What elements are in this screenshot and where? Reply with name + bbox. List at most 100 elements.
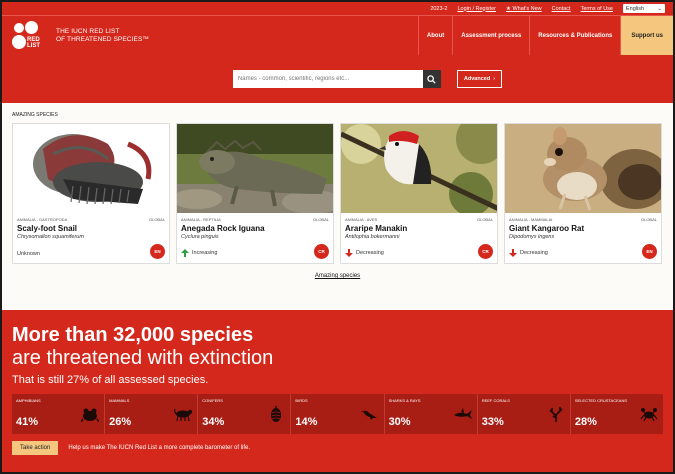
species-scope: GLOBAL [148, 217, 165, 222]
stat-value: 30% [388, 416, 411, 428]
stat-label: SELECTED CRUSTACEANS [574, 398, 628, 403]
species-scope: GLOBAL [476, 217, 493, 222]
species-taxon: ANIMALIA - AVES [345, 217, 378, 222]
stat-label: SHARKS & RAYS [388, 398, 421, 403]
species-card-body: ANIMALIA - GASTROPODA GLOBAL Scaly-foot … [13, 213, 169, 263]
species-cards: ANIMALIA - GASTROPODA GLOBAL Scaly-foot … [12, 123, 663, 264]
frog-icon [81, 408, 100, 422]
terms-link[interactable]: Terms of Use [581, 6, 613, 12]
threat-headline: More than 32,000 species [12, 324, 254, 346]
stat-label: REEF CORALS [481, 398, 510, 403]
species-scope: GLOBAL [640, 217, 657, 222]
stat-value: 26% [109, 416, 132, 428]
species-card[interactable]: ANIMALIA - GASTROPODA GLOBAL Scaly-foot … [12, 123, 170, 264]
trend-label: Unknown [17, 251, 40, 257]
leopard-icon [174, 408, 193, 422]
stat-label: MAMMALS [109, 398, 130, 403]
stat-mammals[interactable]: MAMMALS 26% [105, 394, 199, 434]
stat-label: AMPHIBIANS [16, 398, 41, 403]
stat-sharks-rays[interactable]: SHARKS & RAYS 30% [385, 394, 478, 434]
language-select[interactable]: English ⌄ [623, 4, 665, 13]
nav-about[interactable]: About [417, 16, 452, 55]
category-badge: CR [314, 244, 329, 259]
species-card[interactable]: ANIMALIA - REPTILIA GLOBAL Anegada Rock … [176, 123, 334, 264]
nav-support-us[interactable]: Support us [620, 16, 673, 55]
arrow-down-icon [345, 249, 353, 257]
species-scientific-name: Chrysomallon squamiferum [17, 234, 84, 240]
population-trend: Decreasing [509, 249, 548, 257]
category-badge: EN [642, 244, 657, 259]
stat-amphibians[interactable]: AMPHIBIANS 41% [12, 394, 106, 434]
amazing-species-link[interactable]: Amazing species [12, 273, 663, 279]
stat-selected-crustaceans[interactable]: SELECTED CRUSTACEANS 28% [571, 394, 663, 434]
threat-headline-rest: are threatened with extinction [12, 347, 274, 369]
shark-icon [453, 408, 472, 419]
stat-label: BIRDS [295, 398, 308, 403]
search-input[interactable] [232, 70, 423, 88]
species-card-body: ANIMALIA - MAMMALIA GLOBAL Giant Kangaro… [505, 213, 661, 263]
arrow-up-icon [181, 249, 189, 257]
species-image [341, 124, 497, 213]
species-taxon: ANIMALIA - GASTROPODA [17, 217, 68, 222]
crab-icon [640, 408, 658, 422]
login-link[interactable]: Login / Register [457, 6, 496, 12]
stat-conifers[interactable]: CONIFERS 34% [198, 394, 292, 434]
logo-text: RED LIST [27, 36, 40, 49]
population-trend: Decreasing [345, 249, 384, 257]
site-title: THE IUCN RED LIST OF THREATENED SPECIES™ [56, 28, 149, 44]
site-title-line1: THE IUCN RED LIST [56, 27, 120, 35]
population-trend: Increasing [181, 249, 217, 257]
site-title-line2: OF THREATENED SPECIES™ [56, 35, 149, 43]
species-taxon: ANIMALIA - MAMMALIA [509, 217, 553, 222]
threat-subline: That is still 27% of all assessed specie… [12, 374, 209, 386]
search-button[interactable] [422, 70, 441, 88]
contact-link[interactable]: Contact [552, 6, 571, 12]
threat-stats: AMPHIBIANS 41% MAMMALS 26% CONIFERS 34% … [12, 394, 663, 434]
species-image [13, 124, 169, 213]
take-action-text: Help us make The IUCN Red List a more co… [68, 445, 250, 451]
language-value: English [626, 5, 645, 12]
search-form [232, 70, 441, 88]
species-taxon: ANIMALIA - REPTILIA [181, 217, 221, 222]
category-badge: EN [150, 244, 165, 259]
stat-birds[interactable]: BIRDS 14% [291, 394, 385, 434]
species-card-body: ANIMALIA - REPTILIA GLOBAL Anegada Rock … [177, 213, 333, 263]
species-card[interactable]: ANIMALIA - AVES GLOBAL Araripe Manakin A… [340, 123, 498, 264]
search-band: Advanced › [2, 55, 673, 103]
red-list-logo-icon: RED LIST [12, 20, 44, 51]
stat-value: 41% [16, 416, 39, 428]
page: 2023-2 Login / Register ★ What's New Con… [0, 0, 675, 474]
utility-bar: 2023-2 Login / Register ★ What's New Con… [2, 2, 673, 15]
species-card-body: ANIMALIA - AVES GLOBAL Araripe Manakin A… [341, 213, 497, 263]
species-scope: GLOBAL [312, 217, 329, 222]
take-action-button[interactable]: Take action [12, 441, 59, 455]
trend-label: Decreasing [520, 250, 548, 256]
stat-value: 28% [574, 416, 597, 428]
stat-reef-corals[interactable]: REEF CORALS 33% [478, 394, 571, 434]
nav-assessment-process[interactable]: Assessment process [452, 16, 529, 55]
nav-resources[interactable]: Resources & Publications [529, 16, 620, 55]
bird-icon [360, 410, 377, 420]
coral-icon [549, 407, 563, 422]
search-icon [427, 74, 436, 84]
species-name: Anegada Rock Iguana [181, 224, 265, 233]
stat-value: 34% [202, 416, 225, 428]
chevron-down-icon: ⌄ [657, 5, 662, 12]
site-logo[interactable]: RED LIST THE IUCN RED LIST OF THREATENED… [2, 16, 418, 55]
amazing-species-heading: AMAZING SPECIES [12, 112, 58, 118]
main-nav: About Assessment process Resources & Pub… [417, 16, 673, 55]
threat-section: More than 32,000 species are threatened … [2, 310, 673, 472]
take-action-row: Take action Help us make The IUCN Red Li… [12, 441, 663, 455]
species-scientific-name: Dipodomys ingens [509, 234, 555, 240]
species-name: Araripe Manakin [345, 224, 408, 233]
species-card[interactable]: ANIMALIA - MAMMALIA GLOBAL Giant Kangaro… [504, 123, 662, 264]
whats-new-link[interactable]: ★ What's New [506, 6, 542, 12]
version-label: 2023-2 [430, 5, 448, 12]
arrow-down-icon [509, 249, 517, 257]
main-header: RED LIST THE IUCN RED LIST OF THREATENED… [2, 15, 673, 55]
species-scientific-name: Antilophia bokermanni [345, 234, 400, 240]
amazing-species-section: AMAZING SPECIES ANIMALIA - GASTROPODA GL… [2, 103, 673, 310]
species-image [505, 124, 661, 213]
stat-label: CONIFERS [202, 398, 223, 403]
advanced-search-button[interactable]: Advanced › [456, 70, 503, 88]
